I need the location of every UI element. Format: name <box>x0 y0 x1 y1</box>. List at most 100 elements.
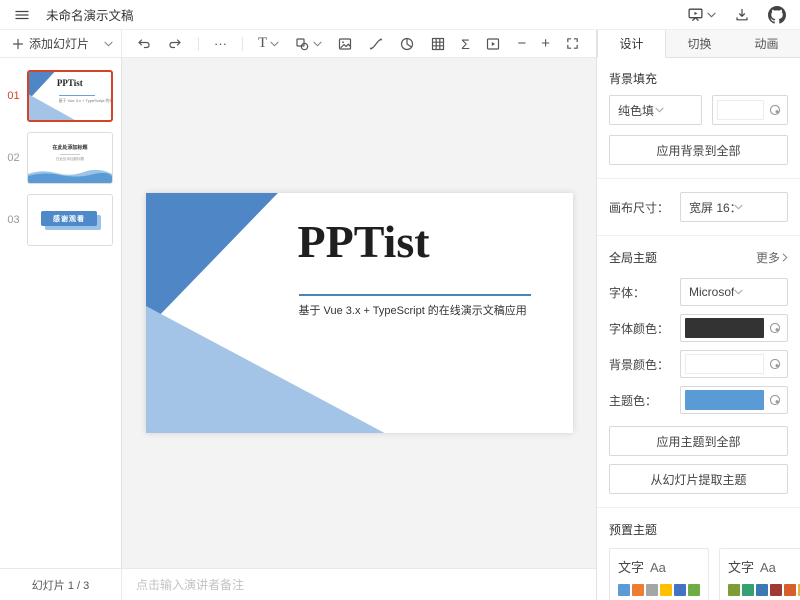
color-swatch <box>770 584 782 596</box>
add-slide-label: 添加幻灯片 <box>29 35 89 52</box>
slide-subtitle-text[interactable]: 基于 Vue 3.x + TypeScript 的在线演示文稿应用 <box>299 302 527 318</box>
add-slide-button[interactable]: 添加幻灯片 <box>0 35 95 52</box>
theme-font-select[interactable]: Microsoft Yahei <box>680 278 788 306</box>
global-theme-label: 全局主题 <box>609 249 657 266</box>
slide-number: 02 <box>0 152 27 164</box>
zoom-in-button[interactable]: + <box>541 35 550 52</box>
wave-shape <box>28 168 112 183</box>
chevron-down-icon[interactable] <box>313 41 322 47</box>
theme-color-swatch <box>685 390 764 410</box>
fill-type-select[interactable]: 纯色填充 <box>609 95 702 125</box>
slide-canvas[interactable]: PPTist 基于 Vue 3.x + TypeScript 的在线演示文稿应用 <box>146 193 573 433</box>
canvas-size-select[interactable]: 宽屏 16：9 <box>680 192 788 222</box>
tab-animation[interactable]: 动画 <box>733 30 800 58</box>
fit-screen-icon[interactable] <box>565 36 580 51</box>
slide-title-underline[interactable] <box>299 294 531 296</box>
tab-design[interactable]: 设计 <box>597 30 666 58</box>
theme-color-picker[interactable] <box>680 386 788 414</box>
palette-icon <box>768 357 782 371</box>
add-slide-dropdown-button[interactable] <box>95 41 121 47</box>
font-color-picker[interactable] <box>680 314 788 342</box>
chevron-right-icon <box>782 253 788 262</box>
slide-indicator: 幻灯片 1 / 3 <box>0 569 122 600</box>
github-icon[interactable] <box>768 6 786 24</box>
color-swatch <box>632 584 644 596</box>
slide-thumbnail-2[interactable]: 02 在此处添加标题 在此处添加副标题 <box>0 132 121 184</box>
color-swatch <box>618 584 630 596</box>
design-panel: 背景填充 纯色填充 应用背景到全部 <box>597 58 800 600</box>
slide-title-text[interactable]: PPTist <box>298 215 430 268</box>
preset-theme-card-2[interactable]: 文字 Aa <box>719 548 800 600</box>
insert-chart-icon[interactable] <box>399 36 415 52</box>
insert-text-icon[interactable]: T <box>258 35 267 52</box>
thumb-title-underline <box>59 95 96 96</box>
theme-text-sample: 文字 <box>728 557 754 576</box>
plus-icon <box>12 38 24 50</box>
export-download-icon[interactable] <box>734 7 750 23</box>
palette-icon <box>768 321 782 335</box>
palette-icon <box>768 393 782 407</box>
slide-thumbnail-3[interactable]: 03 感谢观看 <box>0 194 121 246</box>
font-value: Microsoft Yahei <box>689 285 734 299</box>
section-divider <box>597 235 800 236</box>
hamburger-menu-icon[interactable] <box>14 7 30 23</box>
canvas-area[interactable]: PPTist 基于 Vue 3.x + TypeScript 的在线演示文稿应用 <box>122 58 596 568</box>
canvas-size-value: 宽屏 16：9 <box>689 199 734 216</box>
extract-theme-button[interactable]: 从幻灯片提取主题 <box>609 464 788 494</box>
insert-image-icon[interactable] <box>337 36 353 52</box>
header-icons <box>687 6 786 24</box>
tab-transition[interactable]: 切换 <box>666 30 733 58</box>
background-color-picker[interactable] <box>712 95 788 125</box>
insert-media-icon[interactable] <box>485 36 501 52</box>
toolbar-icons: ··· T <box>122 30 596 57</box>
undo-icon[interactable] <box>136 36 152 52</box>
font-color-swatch <box>685 318 764 338</box>
chevron-down-icon <box>655 107 692 113</box>
zoom-out-button[interactable]: − <box>517 35 526 52</box>
chevron-down-icon <box>707 12 716 18</box>
speaker-notes-input[interactable]: 点击输入演讲者备注 <box>122 569 596 600</box>
insert-table-icon[interactable] <box>430 36 446 52</box>
apply-background-all-button[interactable]: 应用背景到全部 <box>609 135 788 165</box>
status-bar: 幻灯片 1 / 3 点击输入演讲者备注 <box>0 568 596 600</box>
theme-preview-text: 文字 Aa <box>618 557 700 576</box>
theme-aa-sample: Aa <box>760 560 776 575</box>
theme-font-row: 字体： Microsoft Yahei <box>609 278 788 306</box>
slide-thumbnail-1[interactable]: 01 PPTist 基于 Vue 3.x + TypeScript 的在线演示文… <box>0 70 121 122</box>
app-header: 未命名演示文稿 <box>0 0 800 30</box>
insert-text-group: T <box>258 35 279 52</box>
theme-background-color-label: 背景颜色： <box>609 356 669 373</box>
preset-theme-card-1[interactable]: 文字 Aa <box>609 548 709 600</box>
document-title[interactable]: 未命名演示文稿 <box>46 5 134 24</box>
slide-thumbnail-preview: 感谢观看 <box>27 194 113 246</box>
present-button[interactable] <box>687 6 716 23</box>
color-swatch <box>728 584 740 596</box>
slide-thumbnail-panel: 01 PPTist 基于 Vue 3.x + TypeScript 的在线演示文… <box>0 58 122 568</box>
editor-column: 添加幻灯片 <box>0 30 597 600</box>
preset-themes-label: 预置主题 <box>609 521 788 538</box>
more-tools-icon[interactable]: ··· <box>214 36 227 51</box>
redo-icon[interactable] <box>167 36 183 52</box>
slide-thumbnail-preview: 在此处添加标题 在此处添加副标题 <box>27 132 113 184</box>
insert-formula-icon[interactable]: Σ <box>461 36 470 52</box>
background-fill-label: 背景填充 <box>609 70 788 87</box>
theme-background-color-picker[interactable] <box>680 350 788 378</box>
toolbar-divider <box>242 37 243 51</box>
chevron-down-icon[interactable] <box>270 41 279 47</box>
theme-more-link[interactable]: 更多 <box>756 249 788 266</box>
main-content: 添加幻灯片 <box>0 30 800 600</box>
color-swatch <box>660 584 672 596</box>
theme-color-swatches <box>728 584 800 596</box>
insert-shape-icon[interactable] <box>294 36 310 52</box>
thumb-slide-subtitle: 基于 Vue 3.x + TypeScript 的在线演示文稿应用 <box>59 98 108 104</box>
canvas-size-row: 画布尺寸： 宽屏 16：9 <box>609 192 788 222</box>
background-fill-row: 纯色填充 <box>609 95 788 125</box>
thumb-slide-subtitle: 在此处添加副标题 <box>28 157 112 162</box>
section-divider <box>597 178 800 179</box>
font-color-label: 字体颜色： <box>609 320 669 337</box>
insert-line-icon[interactable] <box>368 36 384 52</box>
thumb-slide-text: 感谢观看 <box>41 211 97 226</box>
workspace: 01 PPTist 基于 Vue 3.x + TypeScript 的在线演示文… <box>0 58 596 568</box>
color-swatch <box>784 584 796 596</box>
apply-theme-all-button[interactable]: 应用主题到全部 <box>609 426 788 456</box>
